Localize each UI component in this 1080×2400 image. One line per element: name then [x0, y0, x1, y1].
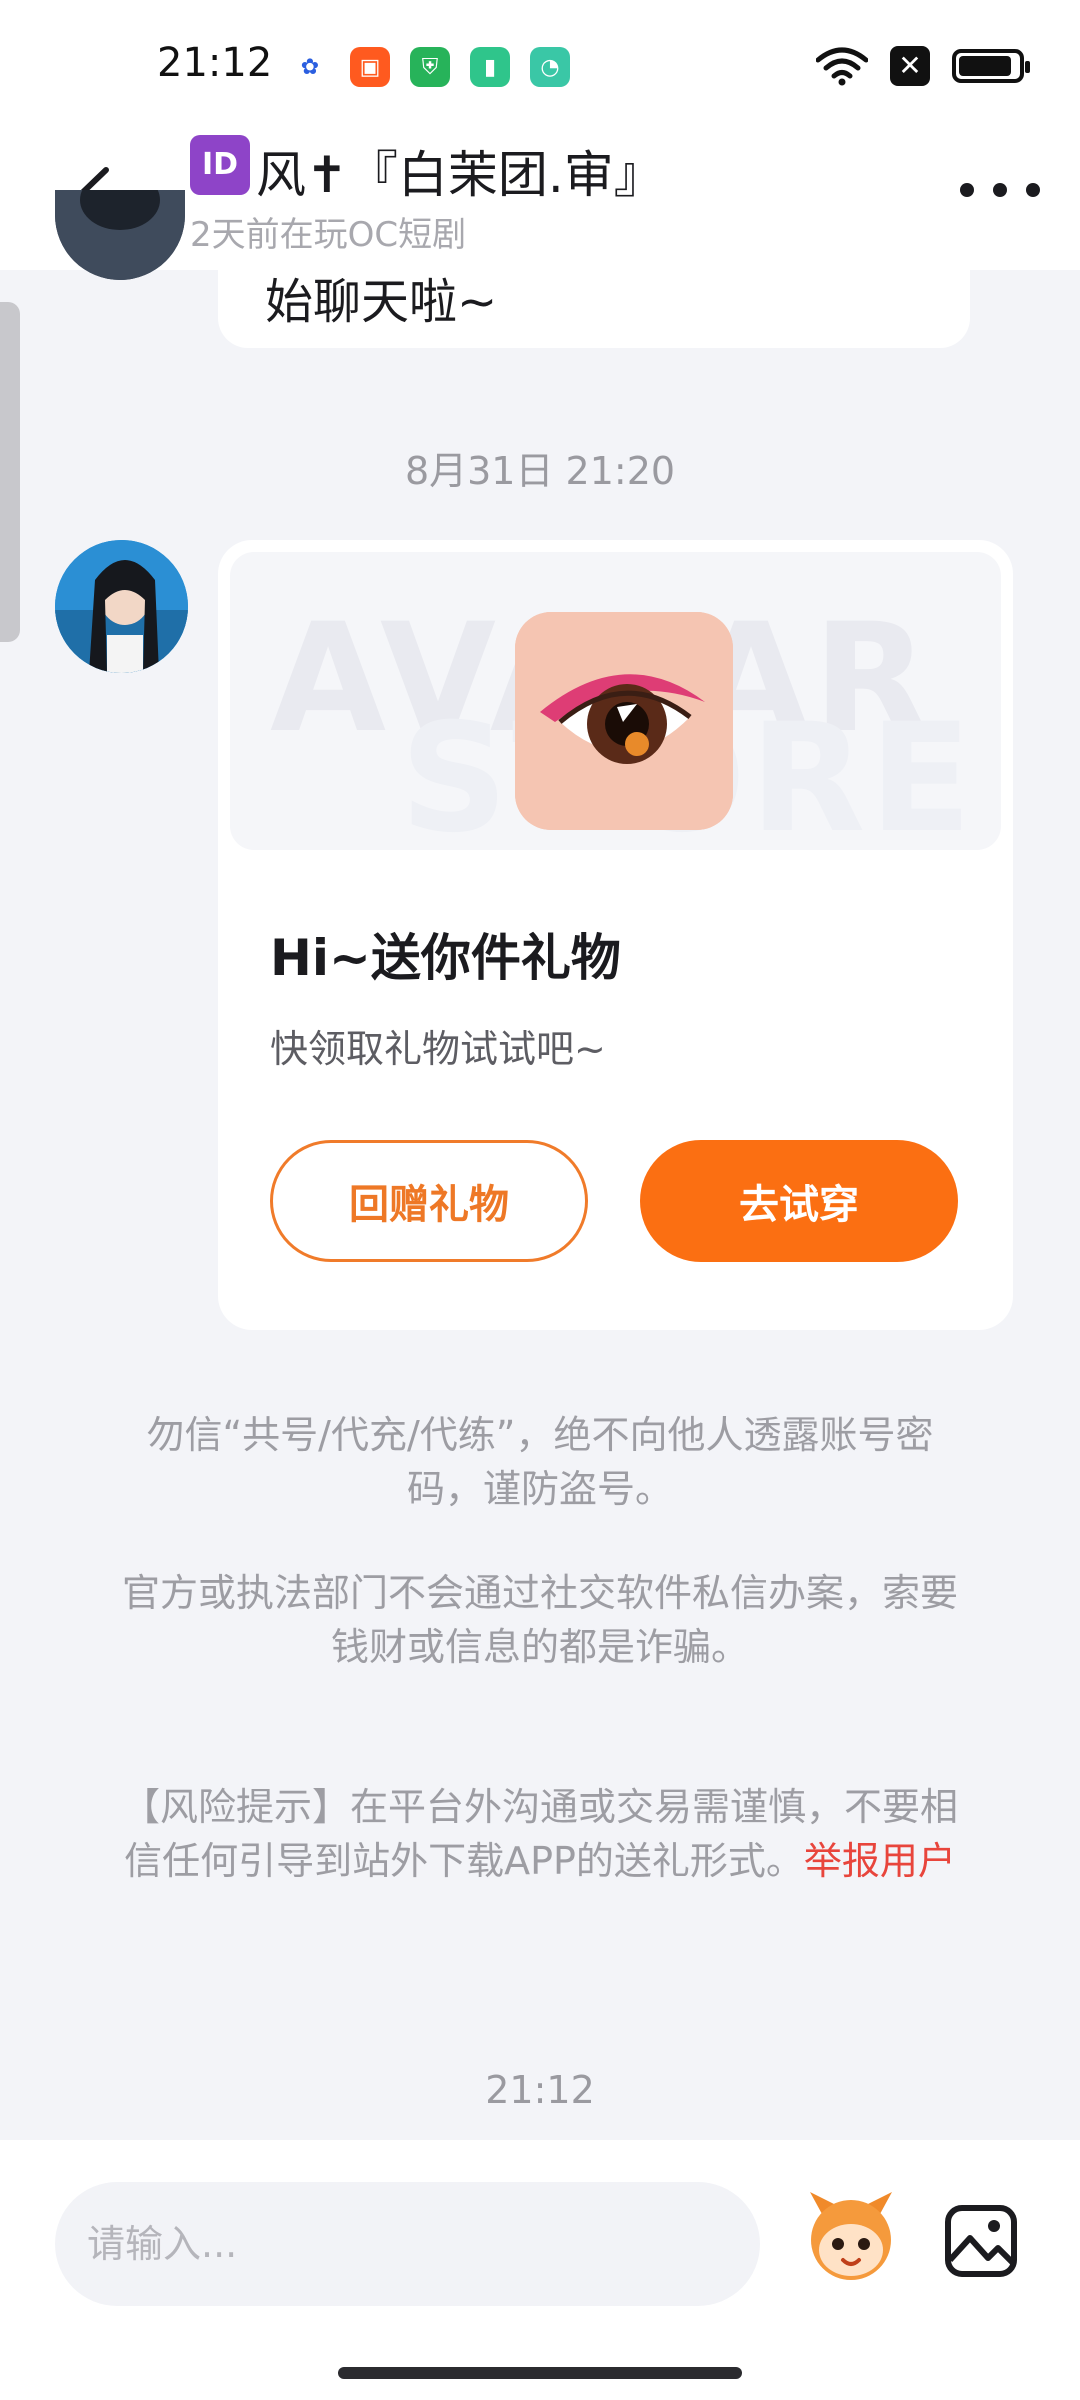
battery-app-icon: ▮: [470, 47, 510, 87]
report-user-link[interactable]: 举报用户: [804, 1839, 956, 1883]
status-time: 21:12: [157, 40, 273, 86]
x-icon: ✕: [890, 46, 930, 86]
fraud-notice-1: 勿信“共号/代充/代练”，绝不向他人透露账号密码，谨防盗号。: [146, 1413, 934, 1511]
mascot-emoji-icon[interactable]: [800, 2184, 902, 2286]
bottom-timestamp: 21:12: [485, 2068, 595, 2112]
gift-title: Hi~送你件礼物: [270, 929, 621, 987]
more-options-button[interactable]: [960, 165, 1040, 215]
status-indicators: ✕: [816, 46, 1030, 86]
kuaishou-icon: ▣: [350, 47, 390, 87]
more-dot: [993, 183, 1007, 197]
message-app-icon: ◔: [530, 47, 570, 87]
message-timestamp: 8月31日 21:20: [404, 449, 676, 493]
wifi-icon: [816, 47, 868, 86]
try-on-button[interactable]: 去试穿: [640, 1140, 958, 1262]
previous-message-text: 始聊天啦~: [265, 274, 498, 330]
status-app-icons: ✿ ▣ ⛨ ▮ ◔: [290, 47, 570, 87]
sender-avatar[interactable]: [55, 540, 188, 673]
input-bar: 请输入...: [0, 2140, 1080, 2400]
more-dot: [1026, 183, 1040, 197]
chat-subtitle: 2天前在玩OC短剧: [190, 215, 467, 255]
message-input[interactable]: 请输入...: [55, 2182, 760, 2306]
risk-notice: 【风险提示】在平台外沟通或交易需谨慎，不要相信任何引导到站外下载APP的送礼形式…: [110, 1780, 970, 1888]
green-shield-icon: ⛨: [410, 47, 450, 87]
baidu-icon: ✿: [290, 47, 330, 87]
fraud-notice-2: 官方或执法部门不会通过社交软件私信办案，索要钱财或信息的都是诈骗。: [121, 1571, 958, 1669]
gift-card[interactable]: AVATAR STORE Hi~送你件礼物 快领取礼物试试吧~ 回赠礼物 去试穿: [218, 540, 1013, 1330]
gift-description: 快领取礼物试试吧~: [270, 1027, 606, 1071]
image-icon[interactable]: [944, 2204, 1018, 2278]
battery-icon: [952, 49, 1030, 83]
return-gift-button[interactable]: 回赠礼物: [270, 1140, 588, 1262]
gift-banner: AVATAR STORE: [230, 552, 1001, 850]
chat-title[interactable]: 风✝『白茉团.审』: [256, 135, 664, 207]
more-dot: [960, 183, 974, 197]
home-indicator[interactable]: [338, 2367, 742, 2379]
id-badge-icon: ID: [190, 135, 250, 195]
gift-eye-makeup-image[interactable]: [515, 612, 733, 830]
status-bar: 21:12 ✿ ▣ ⛨ ▮ ◔ ✕: [0, 0, 1080, 135]
